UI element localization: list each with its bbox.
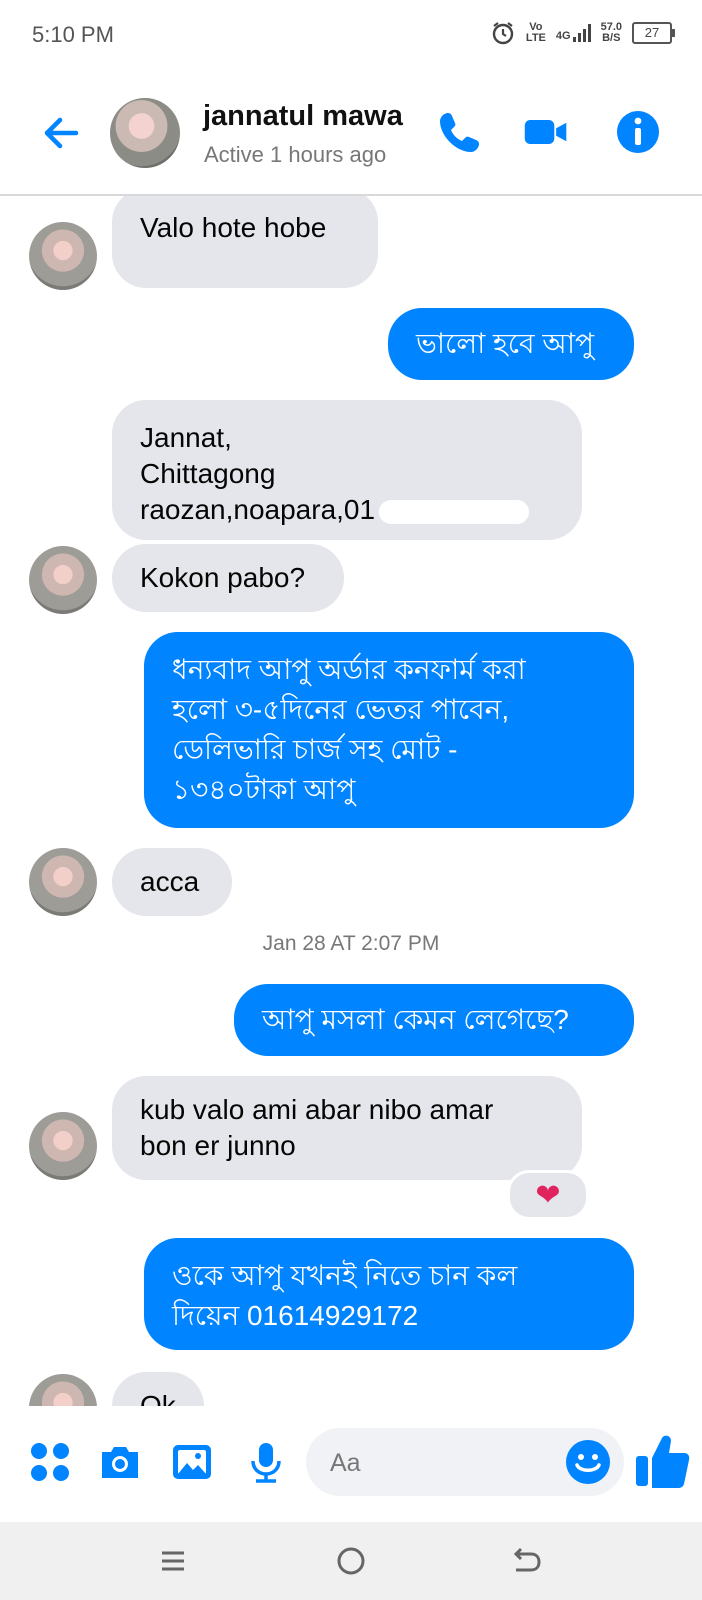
menu-dots-icon[interactable] (28, 1440, 72, 1484)
message-input-box[interactable] (306, 1428, 624, 1498)
thumbs-up-icon[interactable] (634, 1430, 692, 1490)
message-thread[interactable]: Valo hote hobe ভালো হবে আপু Jannat, Chit… (0, 196, 702, 1406)
incoming-message[interactable]: kub valo ami abar nibo amar bon er junno (112, 1076, 582, 1180)
sender-avatar[interactable] (29, 848, 97, 916)
outgoing-message[interactable]: ওকে আপু যখনই নিতে চান কল দিয়েন 01614929… (144, 1238, 634, 1350)
outgoing-message[interactable]: ভালো হবে আপু (388, 308, 634, 380)
video-icon[interactable] (522, 108, 570, 156)
alarm-icon (492, 22, 514, 45)
status-time: 5:10 PM (32, 22, 114, 47)
gallery-icon[interactable] (170, 1440, 214, 1484)
sender-avatar[interactable] (29, 1112, 97, 1180)
contact-name[interactable]: jannatul mawa (203, 100, 403, 133)
back-icon[interactable] (508, 1544, 542, 1578)
sender-avatar[interactable] (29, 1374, 97, 1406)
network-speed: 57.0 B/S (600, 21, 622, 44)
network-type: 4G (555, 30, 571, 42)
camera-icon[interactable] (98, 1440, 142, 1484)
outgoing-message[interactable]: ধন্যবাদ আপু অর্ডার কনফার্ম করা হলো ৩-৫দি… (144, 632, 634, 828)
heart-reaction[interactable]: ❤ (507, 1170, 589, 1220)
sender-avatar[interactable] (29, 546, 97, 614)
incoming-message[interactable]: Jannat, Chittagong raozan,noapara,01 (112, 400, 582, 540)
status-icons: Vo LTE 4G 57.0 B/S 27 (490, 20, 675, 46)
sender-avatar[interactable] (29, 222, 97, 290)
outgoing-message[interactable]: আপু মসলা কেমন লেগেছে? (234, 984, 634, 1056)
microphone-icon[interactable] (244, 1440, 288, 1484)
battery-level: 27 (644, 25, 660, 40)
contact-active-status: Active 1 hours ago (204, 142, 387, 167)
signal-bars-icon (572, 24, 591, 42)
redacted-number (379, 499, 530, 524)
incoming-message[interactable]: Kokon pabo? (112, 544, 344, 612)
incoming-message[interactable]: Ok (112, 1372, 204, 1406)
phone-icon[interactable] (436, 108, 484, 156)
message-input[interactable] (328, 1428, 542, 1498)
message-composer (0, 1406, 702, 1516)
incoming-message[interactable]: Valo hote hobe (112, 196, 378, 288)
timestamp-divider: Jan 28 AT 2:07 PM (262, 932, 440, 955)
home-icon[interactable] (334, 1544, 368, 1578)
heart-icon: ❤ (535, 1178, 561, 1212)
address-line: raozan,noapara,01 (140, 492, 554, 528)
chat-header: jannatul mawa Active 1 hours ago (0, 78, 702, 196)
battery-icon: 27 (632, 22, 675, 44)
incoming-message[interactable]: acca (112, 848, 232, 916)
back-arrow-icon[interactable] (36, 108, 86, 158)
info-icon[interactable] (614, 108, 662, 156)
status-bar: 5:10 PM Vo LTE 4G 57.0 B/S 27 (0, 0, 702, 72)
volte-indicator: Vo LTE (525, 21, 546, 44)
contact-avatar[interactable] (110, 98, 180, 168)
system-navigation-bar (0, 1522, 702, 1600)
emoji-icon[interactable] (564, 1438, 612, 1486)
recent-apps-icon[interactable] (156, 1544, 190, 1578)
